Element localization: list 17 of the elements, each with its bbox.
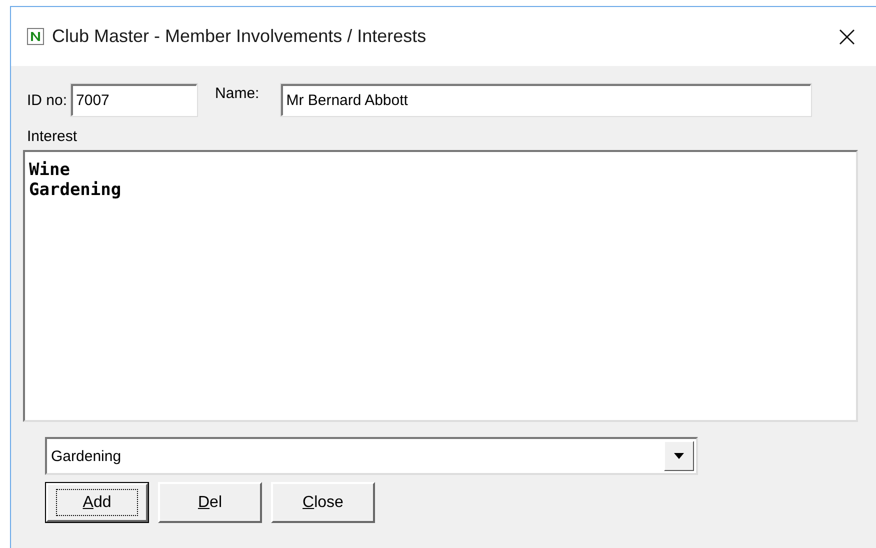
dialog-button[interactable]: Del [158,482,262,523]
interest-label: Interest [27,128,78,145]
caret-icon [674,453,684,459]
name-label: Name: [215,85,260,102]
dialog-button[interactable]: Close [271,482,375,523]
id-field[interactable]: 7007 [71,84,198,116]
dropdown-button[interactable] [664,441,694,471]
id-label: ID no: [27,92,68,108]
app-icon [27,28,44,45]
close-icon[interactable] [838,28,856,46]
interest-line: Gardening [29,180,122,200]
interest-text-area[interactable]: Wine Gardening [23,150,858,422]
name-field[interactable]: Mr Bernard Abbott [281,84,812,116]
window-title: Club Master - Member Involvements / Interests [52,26,426,47]
dialog-button[interactable]: Add [45,482,149,523]
interest-line: Wine [29,160,71,180]
interest-dropdown[interactable]: Gardening [45,437,698,475]
